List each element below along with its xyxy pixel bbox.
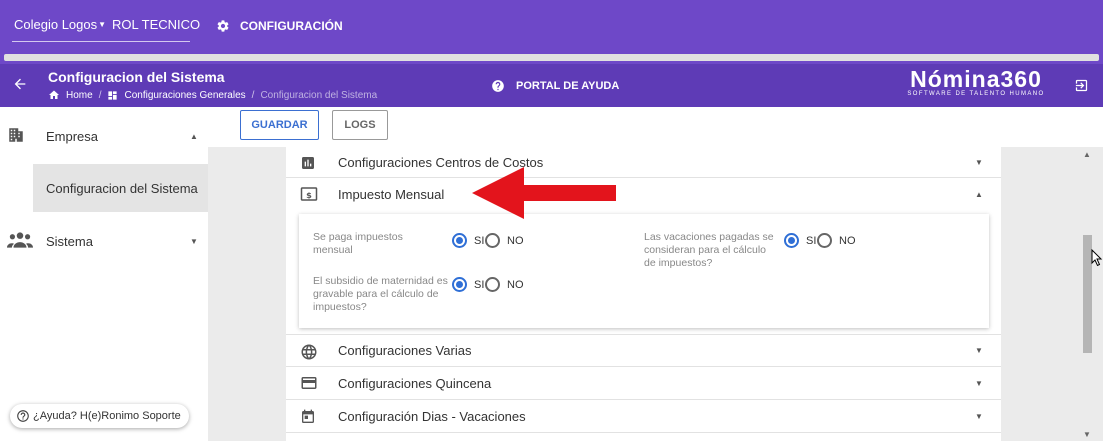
radio-q3-no[interactable]: NO (485, 277, 526, 292)
section-impuesto-mensual[interactable]: $ Impuesto Mensual ▲ (286, 178, 1001, 211)
breadcrumb-separator: / (251, 89, 255, 101)
role-label: ROL TECNICO (112, 17, 201, 32)
mouse-cursor-icon (1091, 249, 1103, 267)
back-arrow-icon[interactable] (12, 76, 28, 97)
chevron-down-icon: ▼ (975, 346, 983, 355)
scroll-up-icon[interactable]: ▲ (1083, 150, 1091, 159)
company-name: Colegio Logos (14, 17, 98, 32)
section-label: Configuración Dias - Vacaciones (338, 408, 526, 424)
radio-button-selected (784, 233, 799, 248)
section-label: Impuesto Mensual (338, 187, 445, 202)
breadcrumb-current: Configuracion del Sistema (260, 89, 378, 101)
radio-button-selected (452, 277, 467, 292)
section-configuraciones-varias[interactable]: Configuraciones Varias ▼ (286, 334, 1001, 367)
configuracion-menu[interactable]: CONFIGURACIÓN (216, 19, 343, 33)
logout-icon[interactable] (1074, 78, 1089, 98)
radio-q1-no[interactable]: NO (485, 233, 526, 248)
page-header: Configuracion del Sistema Home / Configu… (0, 64, 1103, 107)
radio-button-selected (452, 233, 467, 248)
sidebar-item-label: Empresa (46, 128, 99, 144)
question-subsidio-maternidad: El subsidio de maternidad es gravable pa… (313, 275, 448, 313)
selector-underline (12, 41, 190, 42)
building-icon (7, 125, 25, 148)
company-selector[interactable]: Colegio Logos ▼ ROL TECNICO (14, 17, 200, 32)
breadcrumb-separator: / (98, 89, 102, 101)
chevron-up-icon: ▲ (190, 131, 198, 141)
calendar-icon (300, 408, 316, 431)
chevron-down-icon: ▼ (190, 236, 198, 246)
radio-q2-no[interactable]: NO (817, 233, 858, 248)
svg-text:$: $ (306, 190, 312, 200)
nomina360-logo: Nómina360 SOFTWARE DE TALENTO HUMANO (903, 66, 1049, 97)
page-title: Configuracion del Sistema (48, 69, 225, 85)
breadcrumb-configuraciones[interactable]: Configuraciones Generales (124, 90, 245, 101)
logo-sub: SOFTWARE DE TALENTO HUMANO (907, 91, 1045, 97)
logs-button[interactable]: LOGS (332, 110, 388, 140)
impuesto-mensual-panel: Se paga impuestos mensual SI NO Las vaca… (299, 214, 989, 328)
settings-panel: Configuraciones Centros de Costos ▼ $ Im… (286, 147, 1001, 441)
section-label: Configuraciones Quincena (338, 375, 492, 391)
support-help-label: ¿Ayuda? H(e)Ronimo Soporte (33, 410, 181, 422)
bar-chart-icon (300, 155, 316, 176)
radio-button (485, 233, 500, 248)
sidebar-item-label: Sistema (46, 233, 93, 249)
home-icon (49, 90, 59, 99)
chevron-up-icon: ▲ (975, 190, 983, 199)
content-margin (1001, 147, 1079, 441)
credit-card-icon (300, 375, 318, 396)
radio-button (817, 233, 832, 248)
save-button[interactable]: GUARDAR (240, 110, 319, 140)
section-dias-vacaciones[interactable]: Configuración Dias - Vacaciones ▼ (286, 400, 1001, 433)
support-help-button[interactable]: ¿Ayuda? H(e)Ronimo Soporte (10, 404, 189, 428)
help-outline-icon (17, 410, 29, 422)
sidebar-item-empresa[interactable]: Empresa ▲ (0, 125, 208, 147)
sidebar-item-sistema[interactable]: Sistema ▼ (0, 230, 208, 252)
globe-icon (300, 343, 318, 366)
radio-button (485, 277, 500, 292)
radio-q2-si[interactable]: SI (784, 233, 818, 248)
group-icon (7, 231, 33, 252)
section-centros-costos[interactable]: Configuraciones Centros de Costos ▼ (286, 147, 1001, 178)
chevron-down-icon: ▼ (98, 20, 107, 29)
chevron-down-icon: ▼ (975, 378, 983, 388)
radio-q3-si[interactable]: SI (452, 277, 486, 292)
portal-ayuda-label: PORTAL DE AYUDA (516, 80, 620, 92)
gear-icon (217, 20, 229, 32)
scroll-down-icon[interactable]: ▼ (1083, 430, 1091, 439)
horizontal-scrollbar-thumb[interactable] (4, 54, 1099, 61)
configuracion-label: CONFIGURACIÓN (240, 19, 343, 33)
vertical-scrollbar[interactable]: ▲ ▼ (1079, 147, 1103, 441)
horizontal-scrollbar[interactable] (0, 51, 1103, 64)
toolbar: GUARDAR LOGS (208, 107, 1103, 147)
annotation-arrow-icon (472, 167, 616, 219)
dashboard-icon (108, 90, 118, 100)
sidebar-item-label: Configuracion del Sistema (46, 180, 198, 196)
money-icon: $ (300, 186, 318, 207)
help-circle-icon (492, 80, 504, 92)
sidebar-item-configuracion-sistema[interactable]: Configuracion del Sistema (33, 164, 208, 212)
radio-q1-si[interactable]: SI (452, 233, 486, 248)
portal-ayuda-link[interactable]: PORTAL DE AYUDA (491, 79, 619, 93)
breadcrumb: Home / Configuraciones Generales / Confi… (48, 89, 377, 101)
section-configuraciones-quincena[interactable]: Configuraciones Quincena ▼ (286, 367, 1001, 400)
question-impuestos-mensual: Se paga impuestos mensual (313, 231, 403, 256)
breadcrumb-home[interactable]: Home (66, 90, 93, 101)
chevron-down-icon: ▼ (975, 411, 983, 421)
chevron-down-icon: ▼ (975, 157, 983, 167)
sidebar: Empresa ▲ Configuracion del Sistema Sist… (0, 107, 208, 441)
section-label: Configuraciones Varias (338, 343, 472, 358)
question-vacaciones: Las vacaciones pagadas se consideran par… (644, 231, 774, 269)
logo-main: Nómina360 (910, 66, 1042, 92)
